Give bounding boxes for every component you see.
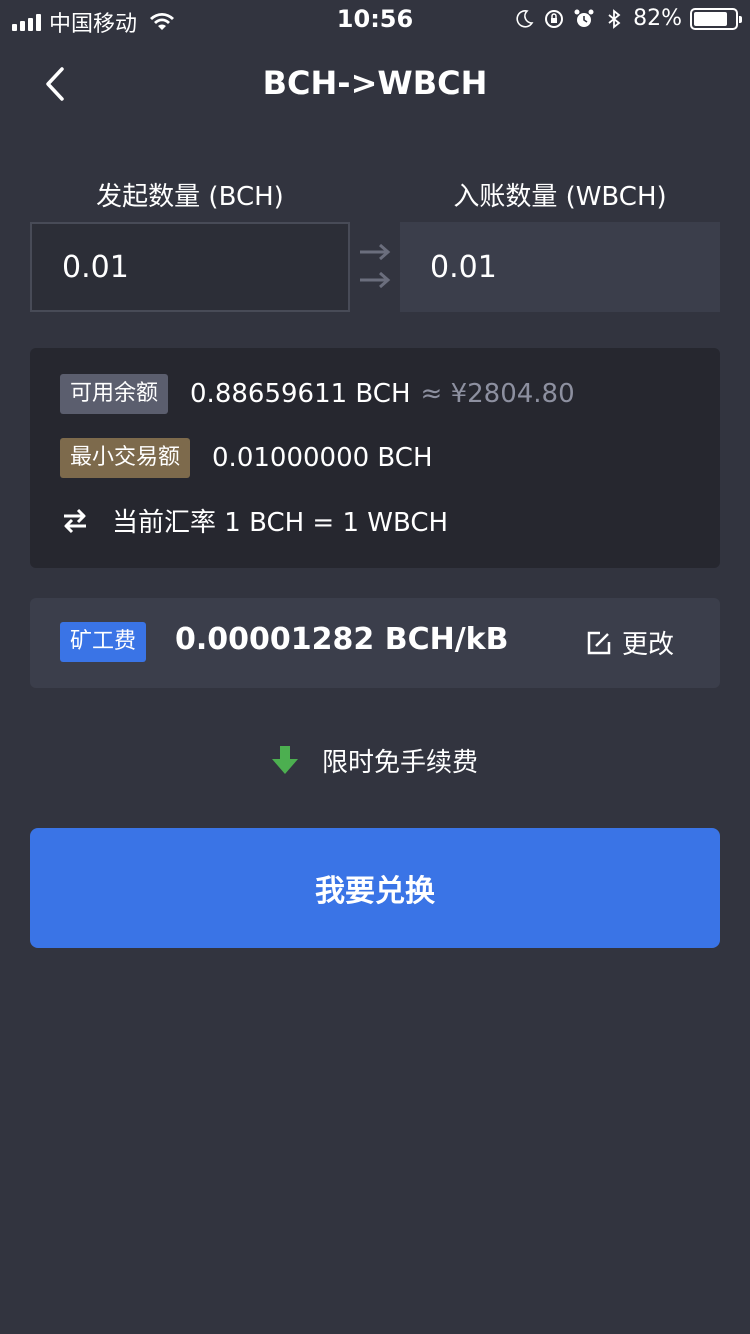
fee-card: 矿工费 0.00001282 BCH/kB 更改 <box>30 598 720 688</box>
nav-bar: BCH->WBCH <box>0 40 750 128</box>
battery-icon <box>690 7 742 30</box>
edit-icon <box>587 631 611 654</box>
to-amount-label: 入账数量 (WBCH) <box>453 182 667 212</box>
rate-text: 当前汇率 1 BCH = 1 WBCH <box>112 508 449 538</box>
min-trade-value: 0.01000000 BCH <box>212 443 433 473</box>
from-amount-label: 发起数量 (BCH) <box>96 182 284 212</box>
status-right: 82% <box>513 6 742 31</box>
transfer-arrows-icon <box>360 243 391 289</box>
promo-text: 限时免手续费 <box>321 747 478 778</box>
fee-tag: 矿工费 <box>60 622 147 662</box>
alarm-icon <box>574 9 594 27</box>
rotation-lock-icon <box>545 9 564 28</box>
battery-percent: 82% <box>633 6 682 31</box>
status-bar: 中国移动 10:56 82% <box>0 0 750 40</box>
to-amount-value: 0.01 <box>430 249 497 285</box>
moon-icon <box>516 9 534 28</box>
balance-approx: ≈ ¥2804.80 <box>420 379 575 409</box>
balance-row: 可用余额 0.88659611 BCH ≈ ¥2804.80 <box>60 374 575 414</box>
edit-fee-button[interactable]: 更改 <box>586 624 674 661</box>
info-card: 可用余额 0.88659611 BCH ≈ ¥2804.80 最小交易额 0.0… <box>30 348 720 568</box>
amount-labels: 发起数量 (BCH) 入账数量 (WBCH) <box>0 176 750 216</box>
balance-value: 0.88659611 BCH <box>190 379 411 409</box>
page-title: BCH->WBCH <box>262 64 488 102</box>
edit-fee-label: 更改 <box>621 630 674 660</box>
arrow-down-icon <box>271 746 298 774</box>
fee-value: 0.00001282 BCH/kB <box>175 622 509 657</box>
min-trade-row: 最小交易额 0.01000000 BCH <box>60 438 433 478</box>
to-amount-display: 0.01 <box>400 222 720 312</box>
exchange-rate-icon <box>64 508 86 533</box>
exchange-submit-button[interactable]: 我要兑换 <box>30 828 720 948</box>
balance-tag: 可用余额 <box>60 374 169 414</box>
from-amount-input[interactable] <box>30 222 350 312</box>
promo-banner: 限时免手续费 <box>0 740 750 780</box>
bluetooth-icon <box>608 8 621 29</box>
battery-fill <box>694 11 727 26</box>
rate-row: 当前汇率 1 BCH = 1 WBCH <box>60 502 448 539</box>
min-trade-tag: 最小交易额 <box>60 438 191 478</box>
